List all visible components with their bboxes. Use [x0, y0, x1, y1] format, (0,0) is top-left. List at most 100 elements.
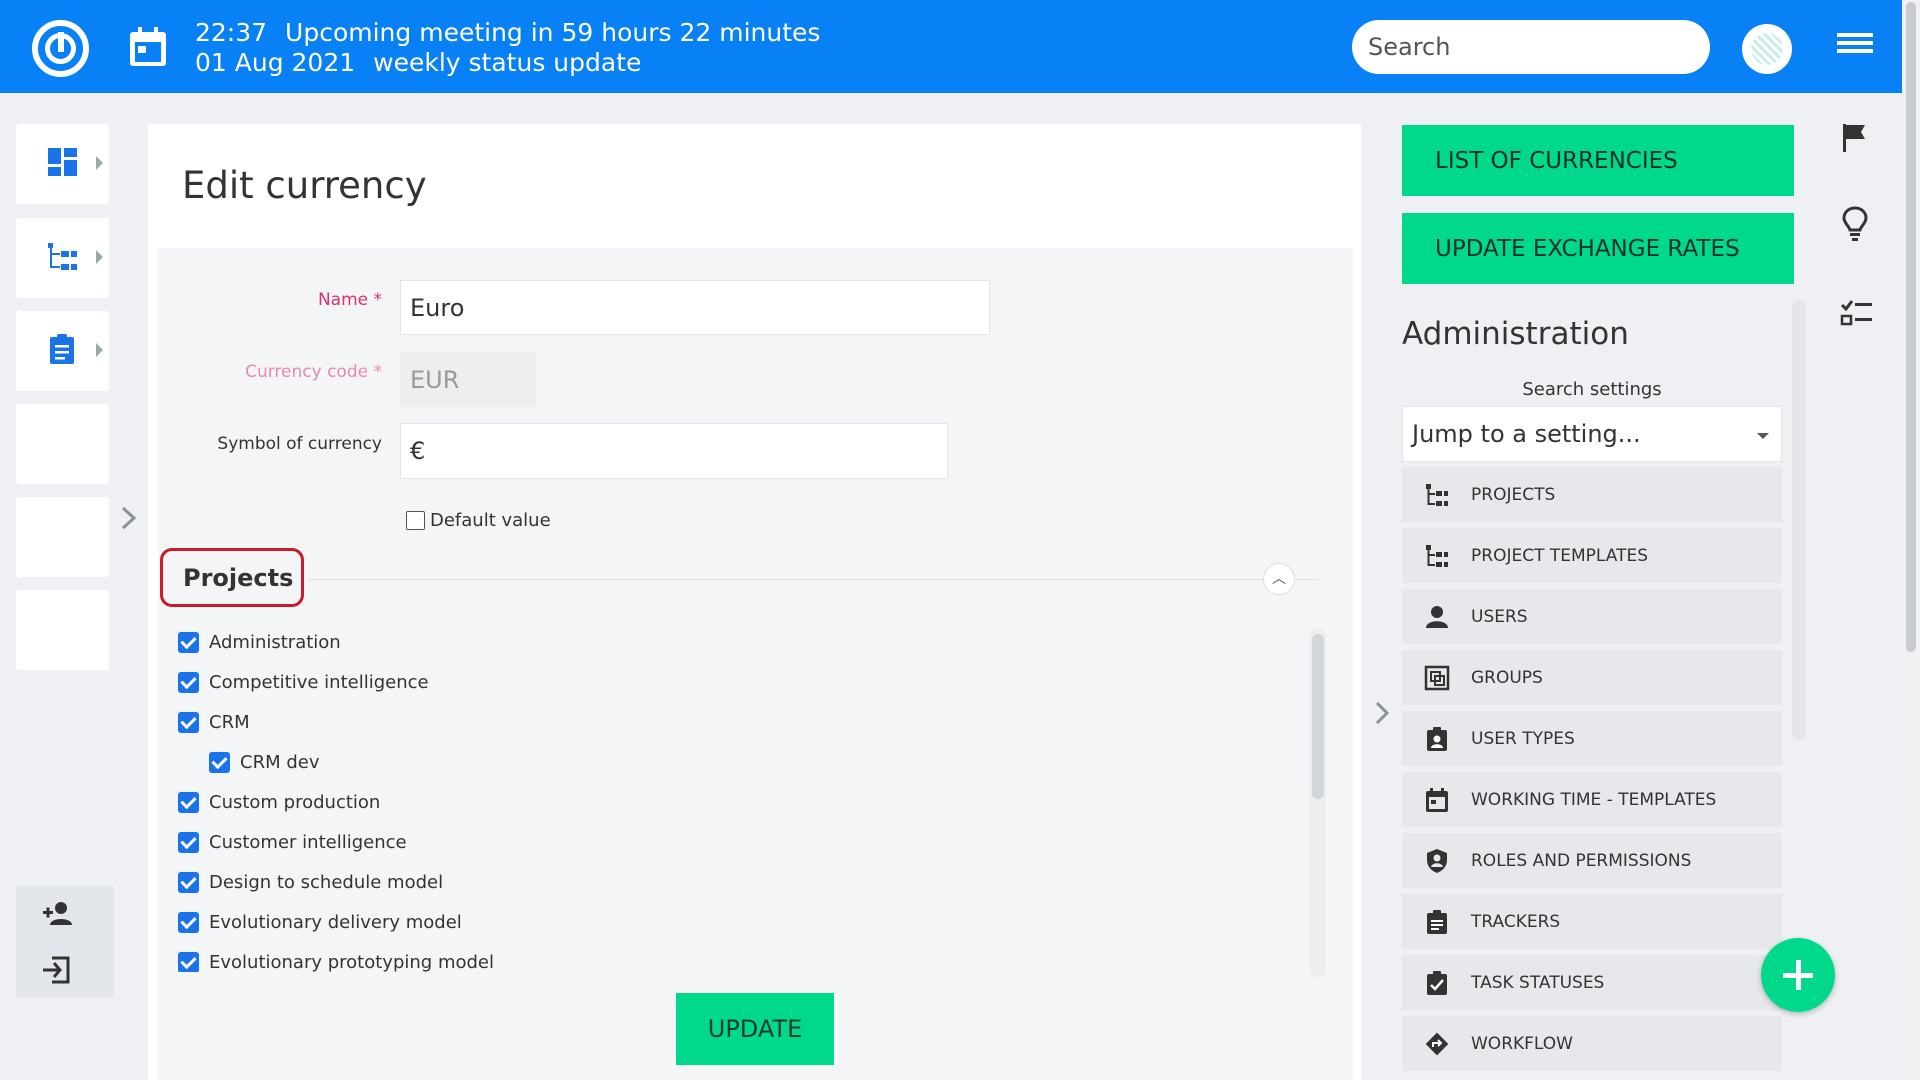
hamburger-menu-icon[interactable]	[1837, 33, 1873, 61]
sidebar-item-users[interactable]: USERS	[1402, 589, 1782, 644]
app-logo-icon[interactable]	[32, 20, 89, 77]
add-user-icon[interactable]	[42, 901, 74, 927]
checklist-icon[interactable]	[1840, 298, 1874, 326]
default-value-checkbox[interactable]: Default value	[406, 510, 551, 531]
user-icon	[1426, 605, 1448, 628]
shield-icon	[1427, 848, 1447, 873]
meeting-date-line[interactable]: 01 Aug 2021 weekly status update	[195, 48, 641, 77]
projects-icon	[1426, 483, 1448, 506]
checkbox-checked-icon[interactable]	[178, 952, 199, 972]
projects-scrollbar-thumb[interactable]	[1312, 634, 1324, 799]
sidebar-item-task-statuses[interactable]: TASK STATUSES	[1402, 955, 1782, 1010]
list-item[interactable]: Evolutionary prototyping model	[178, 952, 494, 972]
project-label: Competitive intelligence	[209, 672, 429, 693]
sidebar-item-label: PROJECTS	[1471, 484, 1556, 505]
project-label: Custom production	[209, 792, 381, 813]
list-item[interactable]: Administration	[178, 632, 341, 653]
clipboard-check-icon	[1427, 970, 1447, 995]
administration-heading: Administration	[1402, 316, 1629, 352]
sidebar-item-label: USER TYPES	[1471, 728, 1575, 749]
main-card: Edit currency Name * Euro Currency code …	[148, 124, 1361, 1080]
flag-icon[interactable]	[1840, 122, 1870, 154]
expand-arrow-icon	[96, 343, 103, 357]
list-item[interactable]: Custom production	[178, 792, 380, 813]
default-value-label: Default value	[430, 510, 551, 531]
list-item[interactable]: Customer intelligence	[178, 832, 407, 853]
checkbox-checked-icon[interactable]	[178, 832, 199, 853]
calendar-icon[interactable]	[128, 26, 168, 68]
page-scrollbar[interactable]	[1902, 0, 1920, 1080]
caret-down-icon	[1757, 433, 1769, 439]
checkbox-checked-icon[interactable]	[178, 632, 199, 653]
meeting-name: weekly status update	[373, 48, 642, 77]
page-scrollbar-thumb[interactable]	[1906, 2, 1916, 652]
logout-icon[interactable]	[42, 956, 72, 984]
checkbox-checked-icon[interactable]	[178, 912, 199, 933]
sidebar-item-label: PROJECT TEMPLATES	[1471, 545, 1648, 566]
checkbox-checked-icon[interactable]	[178, 672, 199, 693]
sidebar-item-label: TRACKERS	[1471, 911, 1561, 932]
nav-tile-empty[interactable]	[16, 590, 109, 670]
groups-icon	[1424, 665, 1450, 690]
list-item[interactable]: Competitive intelligence	[178, 672, 429, 693]
name-input[interactable]: Euro	[400, 280, 990, 335]
checkbox-checked-icon[interactable]	[178, 712, 199, 733]
checkbox-checked-icon[interactable]	[209, 752, 230, 773]
sidebar-item-label: WORKFLOW	[1471, 1033, 1573, 1054]
checkbox-checked-icon[interactable]	[178, 872, 199, 893]
checkbox-box[interactable]	[406, 511, 425, 530]
top-bar: 22:37 Upcoming meeting in 59 hours 22 min…	[0, 0, 1902, 93]
expand-arrow-icon	[96, 250, 103, 264]
sidebar-item-project-templates[interactable]: PROJECT TEMPLATES	[1402, 528, 1782, 583]
project-label: CRM	[209, 712, 250, 733]
projects-section-title[interactable]: Projects	[160, 548, 304, 607]
sidebar-item-projects[interactable]: PROJECTS	[1402, 467, 1782, 522]
sidebar-item-trackers[interactable]: TRACKERS	[1402, 894, 1782, 949]
name-label: Name *	[317, 290, 382, 310]
sidebar-item-working-time-templates[interactable]: WORKING TIME - TEMPLATES	[1402, 772, 1782, 827]
jump-to-setting-select[interactable]: Jump to a setting...	[1402, 406, 1782, 462]
sidebar-item-roles-permissions[interactable]: ROLES AND PERMISSIONS	[1402, 833, 1782, 888]
projects-list: Administration Competitive intelligence …	[170, 632, 1270, 972]
add-fab-button[interactable]	[1761, 938, 1835, 1012]
nav-tile-empty[interactable]	[16, 404, 109, 484]
list-item[interactable]: Design to schedule model	[178, 872, 443, 893]
symbol-input[interactable]: €	[400, 423, 948, 479]
currency-code-label: Currency code *	[245, 362, 382, 382]
checkbox-checked-icon[interactable]	[178, 792, 199, 813]
nav-projects[interactable]	[16, 218, 109, 298]
sidebar-item-label: GROUPS	[1471, 667, 1543, 688]
chevron-right-icon[interactable]	[1374, 700, 1390, 726]
project-label: Evolutionary delivery model	[209, 912, 462, 933]
divider	[308, 579, 1318, 580]
list-item[interactable]: CRM	[178, 712, 250, 733]
page-title: Edit currency	[182, 164, 427, 207]
calendar-icon	[1426, 787, 1448, 812]
list-of-currencies-button[interactable]: LIST OF CURRENCIES	[1402, 125, 1794, 196]
list-item[interactable]: CRM dev	[209, 752, 319, 773]
meeting-time-line[interactable]: 22:37 Upcoming meeting in 59 hours 22 min…	[195, 18, 820, 47]
sidebar-item-workflow[interactable]: WORKFLOW	[1402, 1016, 1782, 1071]
update-button[interactable]: UPDATE	[676, 993, 834, 1065]
badge-icon	[1427, 726, 1447, 751]
workflow-icon	[1425, 1032, 1449, 1055]
sidebar-item-groups[interactable]: GROUPS	[1402, 650, 1782, 705]
nav-tile-empty[interactable]	[16, 497, 109, 577]
collapse-chevron-up-icon[interactable]: ︿	[1263, 563, 1295, 595]
nav-dashboard[interactable]	[16, 124, 109, 204]
lightbulb-icon[interactable]	[1840, 205, 1870, 243]
update-exchange-rates-button[interactable]: UPDATE EXCHANGE RATES	[1402, 213, 1794, 284]
expand-arrow-icon	[96, 156, 103, 170]
search-settings-label: Search settings	[1522, 379, 1662, 400]
sidebar-scrollbar[interactable]	[1792, 300, 1806, 740]
list-item[interactable]: Evolutionary delivery model	[178, 912, 462, 933]
nav-tasks[interactable]	[16, 311, 109, 391]
search-input[interactable]	[1352, 20, 1710, 74]
avatar[interactable]	[1742, 24, 1792, 74]
project-label: Design to schedule model	[209, 872, 444, 893]
dashboard-icon	[48, 148, 77, 176]
jump-placeholder: Jump to a setting...	[1412, 420, 1641, 448]
sidebar-item-user-types[interactable]: USER TYPES	[1402, 711, 1782, 766]
clipboard-icon	[50, 334, 74, 364]
chevron-right-icon[interactable]	[120, 505, 138, 531]
